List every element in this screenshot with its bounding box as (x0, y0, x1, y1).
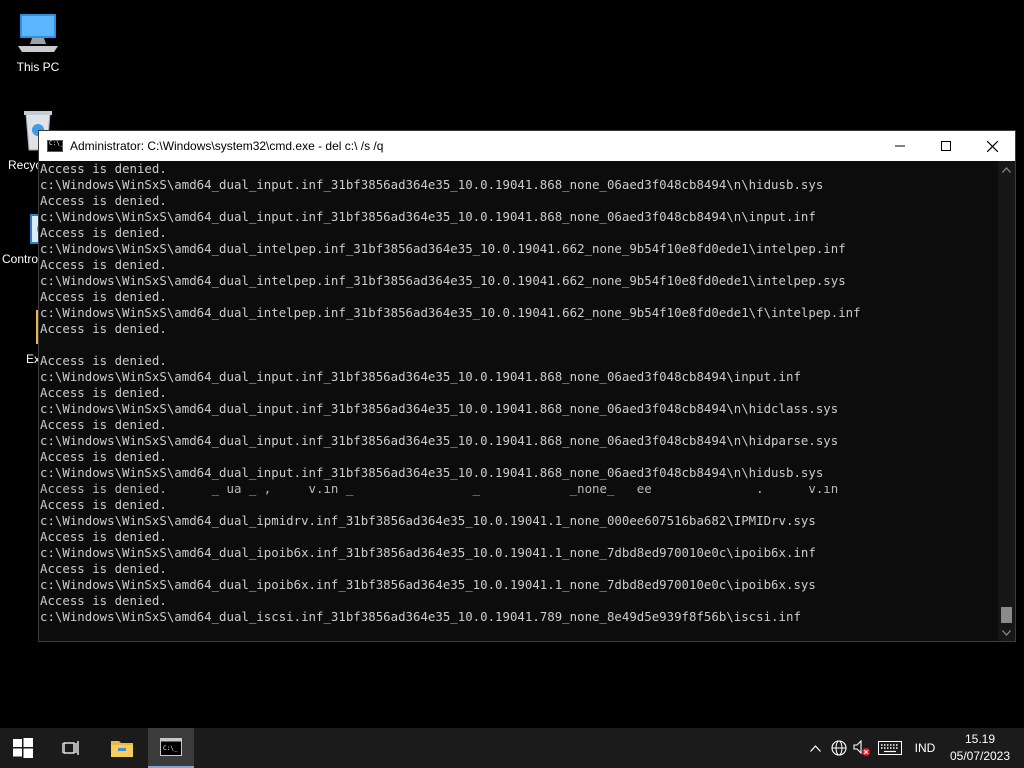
clock-date: 05/07/2023 (949, 749, 1011, 763)
task-view-button[interactable] (48, 728, 94, 768)
console-line: Access is denied. (40, 417, 167, 432)
close-icon (986, 140, 998, 152)
console-line: Access is denied. (40, 161, 167, 176)
close-button[interactable] (969, 131, 1015, 161)
minimize-button[interactable] (877, 131, 923, 161)
console-line: Access is denied. (40, 449, 167, 464)
console-line: Access is denied. (40, 497, 167, 512)
this-pc-icon (18, 14, 58, 52)
volume-button[interactable] (852, 728, 872, 768)
console-line: c:\Windows\WinSxS\amd64_dual_intelpep.in… (40, 241, 846, 256)
this-pc-label: This PC (16, 60, 60, 74)
console-line: c:\Windows\WinSxS\amd64_dual_input.inf_3… (40, 369, 801, 384)
scroll-down-arrow-icon[interactable] (998, 624, 1015, 641)
chevron-up-icon (809, 744, 821, 752)
start-button[interactable] (0, 728, 46, 768)
console-line: Access is denied. (40, 353, 167, 368)
volume-muted-icon (853, 740, 870, 756)
network-button[interactable] (828, 728, 850, 768)
console-line: Access is denied. (40, 385, 167, 400)
console-line: c:\Windows\WinSxS\amd64_dual_input.inf_3… (40, 401, 839, 416)
taskbar: C:\_ IND 15.19 05/07/2023 (0, 728, 1024, 768)
windows-logo-icon (13, 738, 33, 758)
console-line: c:\Windows\WinSxS\amd64_dual_input.inf_3… (40, 433, 839, 448)
desktop: This PC Recyc Contro Ex Administrator: C… (0, 0, 1024, 728)
console-line: Access is denied. (40, 529, 167, 544)
console-line: Access is denied. (40, 561, 167, 576)
this-pc-shortcut[interactable]: This PC (0, 8, 76, 74)
console-line: c:\Windows\WinSxS\amd64_dual_input.inf_3… (40, 209, 816, 224)
title-bar[interactable]: Administrator: C:\Windows\system32\cmd.e… (39, 131, 1015, 161)
console-line: Access is denied. _ ua _ , v.ın _ _ _non… (40, 481, 839, 496)
console-line: Access is denied. (40, 593, 167, 608)
maximize-button[interactable] (923, 131, 969, 161)
file-explorer-icon (111, 741, 133, 757)
clock-time: 15.19 (964, 732, 996, 746)
console-line: Access is denied. (40, 257, 167, 272)
scroll-thumb[interactable] (1001, 607, 1012, 623)
console-output[interactable]: Access is denied. c:\Windows\WinSxS\amd6… (39, 161, 998, 641)
clock[interactable]: 15.19 05/07/2023 (944, 731, 1016, 765)
scroll-up-arrow-icon[interactable] (998, 161, 1015, 178)
minimize-icon (895, 145, 905, 147)
console-line: Access is denied. (40, 225, 167, 240)
touch-keyboard-button[interactable] (876, 728, 904, 768)
console-line: c:\Windows\WinSxS\amd64_dual_iscsi.inf_3… (40, 609, 801, 624)
console-line: c:\Windows\WinSxS\amd64_dual_input.inf_3… (40, 177, 824, 192)
show-hidden-icons-button[interactable] (806, 728, 824, 768)
console-line: c:\Windows\WinSxS\amd64_dual_ipmidrv.inf… (40, 513, 816, 528)
file-explorer-button[interactable] (99, 728, 145, 768)
console-line: Access is denied. (40, 289, 167, 304)
task-view-icon (62, 741, 79, 755)
console-line: Access is denied. (40, 193, 167, 208)
command-prompt-icon: C:\_ (160, 738, 182, 756)
console-line: c:\Windows\WinSxS\amd64_dual_input.inf_3… (40, 465, 824, 480)
vertical-scrollbar[interactable] (998, 161, 1015, 641)
console-line: Access is denied. (40, 321, 167, 336)
window-title: Administrator: C:\Windows\system32\cmd.e… (70, 139, 384, 153)
network-globe-icon (831, 740, 847, 756)
svg-text:C:\_: C:\_ (163, 745, 178, 752)
maximize-icon (941, 141, 951, 151)
console-line: c:\Windows\WinSxS\amd64_dual_intelpep.in… (40, 273, 846, 288)
console-line: c:\Windows\WinSxS\amd64_dual_ipoib6x.inf… (40, 577, 816, 592)
input-language-indicator[interactable]: IND (908, 728, 942, 768)
command-prompt-taskbar-button[interactable]: C:\_ (148, 728, 194, 768)
console-line: c:\Windows\WinSxS\amd64_dual_intelpep.in… (40, 305, 861, 320)
console-line: c:\Windows\WinSxS\amd64_dual_ipoib6x.inf… (40, 545, 816, 560)
cmd-app-icon (47, 140, 63, 152)
cmd-window[interactable]: Administrator: C:\Windows\system32\cmd.e… (38, 130, 1016, 642)
keyboard-icon (878, 741, 902, 755)
